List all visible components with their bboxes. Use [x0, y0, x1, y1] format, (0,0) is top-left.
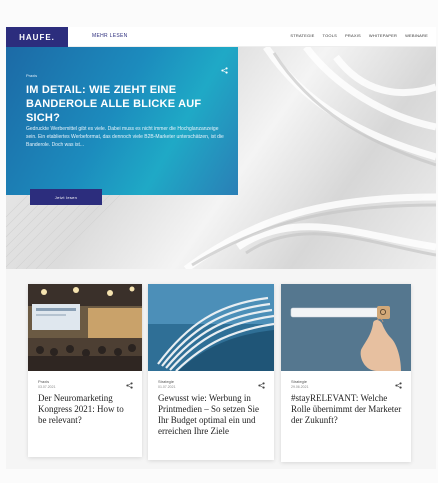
share-icon[interactable]: [258, 382, 265, 391]
header-bar: HAUFE. MEHR LESEN STRATEGIE TOOLS PRAXIS…: [6, 27, 436, 47]
magazine-pages-image: [148, 284, 274, 371]
share-icon[interactable]: [395, 382, 402, 391]
read-now-button[interactable]: Jetzt lesen: [30, 189, 102, 205]
card-title[interactable]: Gewusst wie: Werbung in Printmedien – So…: [158, 393, 266, 437]
article-card[interactable]: Praxis 03.07.2021 Der Neuromarketing Kon…: [28, 284, 142, 457]
hero-category[interactable]: Praxis: [26, 73, 37, 78]
card-date: 01.07.2021: [158, 385, 176, 389]
hero-teaser-card: Praxis IM DETAIL: WIE ZIEHT EINE BANDERO…: [6, 47, 238, 195]
main-navigation: STRATEGIE TOOLS PRAXIS WHITEPAPER WEBINA…: [290, 33, 428, 38]
article-card[interactable]: Strategie 01.07.2021 Gewusst wie: Werbun…: [148, 284, 274, 460]
hero-teaser-text: Gedruckte Werbemittel gibt es viele. Dab…: [26, 126, 224, 148]
search-finger-image: [281, 284, 411, 371]
nav-item-strategie[interactable]: STRATEGIE: [290, 33, 314, 38]
hero-section: Praxis IM DETAIL: WIE ZIEHT EINE BANDERO…: [6, 47, 436, 269]
card-category[interactable]: Strategie: [158, 379, 174, 384]
card-title[interactable]: #stayRELEVANT: Welche Rolle übernimmt de…: [291, 393, 403, 426]
nav-item-webinare[interactable]: WEBINARE: [405, 33, 428, 38]
card-category[interactable]: Strategie: [291, 379, 307, 384]
article-card[interactable]: Strategie 29.06.2021 #stayRELEVANT: Welc…: [281, 284, 411, 462]
nav-item-tools[interactable]: TOOLS: [323, 33, 338, 38]
card-category[interactable]: Praxis: [38, 379, 49, 384]
haufe-logo[interactable]: HAUFE.: [6, 27, 68, 47]
conference-hall-image: [28, 284, 142, 371]
header-sublink[interactable]: MEHR LESEN: [92, 33, 128, 39]
share-icon[interactable]: [221, 67, 228, 76]
share-icon[interactable]: [126, 382, 133, 391]
page: HAUFE. MEHR LESEN STRATEGIE TOOLS PRAXIS…: [0, 0, 438, 483]
nav-item-whitepaper[interactable]: WHITEPAPER: [369, 33, 397, 38]
card-title[interactable]: Der Neuromarketing Kongress 2021: How to…: [38, 393, 134, 426]
card-date: 29.06.2021: [291, 385, 309, 389]
nav-item-praxis[interactable]: PRAXIS: [345, 33, 361, 38]
hero-headline[interactable]: IM DETAIL: WIE ZIEHT EINE BANDEROLE ALLE…: [26, 83, 226, 125]
card-date: 03.07.2021: [38, 385, 56, 389]
